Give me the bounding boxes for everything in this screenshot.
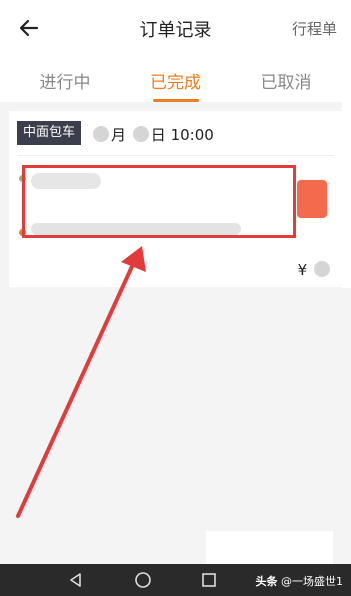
- triangle-back-icon: [70, 573, 81, 587]
- redacted-price-value: [314, 261, 330, 277]
- order-datetime: 月 日 10:00: [91, 124, 214, 145]
- nav-recents-button[interactable]: [199, 570, 219, 590]
- tab-cancelled[interactable]: 已取消: [241, 58, 331, 102]
- currency-symbol: ¥: [297, 261, 308, 279]
- circle-home-icon: [135, 572, 151, 588]
- order-price: ¥: [298, 261, 332, 279]
- blank-panel: [206, 531, 333, 565]
- day-time: 日 10:00: [150, 126, 214, 144]
- watermark: 头条 @一场盛世1: [256, 573, 344, 589]
- nav-back-button[interactable]: [66, 570, 86, 590]
- order-card[interactable]: 中面包车 月 日 10:00 ¥: [9, 111, 342, 287]
- itinerary-button[interactable]: 行程单: [292, 18, 337, 39]
- redacted-status-badge: [297, 180, 327, 218]
- order-tabs: 进行中 已完成 已取消: [0, 58, 351, 102]
- square-recents-icon: [202, 573, 216, 587]
- tab-completed[interactable]: 已完成: [131, 58, 221, 102]
- system-nav-bar: 头条 @一场盛世1: [0, 564, 351, 596]
- annotation-highlight-box: [22, 165, 296, 238]
- card-edge: [342, 102, 351, 288]
- nav-home-button[interactable]: [133, 570, 153, 590]
- tab-in-progress[interactable]: 进行中: [20, 58, 110, 102]
- redacted-month: [93, 126, 109, 142]
- app-header: 订单记录 行程单: [0, 0, 351, 58]
- card-divider: [17, 155, 334, 156]
- month-suffix: 月: [111, 126, 127, 144]
- vehicle-type-tag: 中面包车: [17, 121, 82, 145]
- redacted-day: [132, 126, 149, 142]
- watermark-handle: @一场盛世1: [281, 575, 343, 588]
- watermark-brand: 头条: [255, 575, 278, 588]
